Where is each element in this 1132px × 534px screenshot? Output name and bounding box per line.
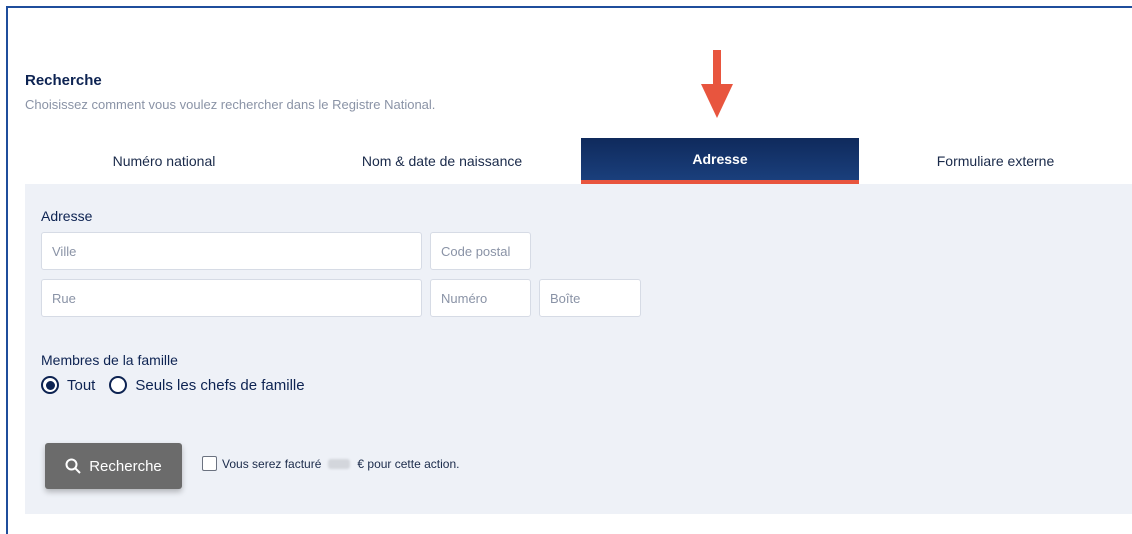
radio-label-chefs: Seuls les chefs de famille — [135, 376, 305, 394]
search-mode-tabs: Numéro national Nom & date de naissance … — [25, 138, 1132, 184]
ville-input[interactable]: Ville — [41, 232, 422, 270]
rue-input[interactable]: Rue — [41, 279, 422, 317]
search-icon — [65, 458, 81, 474]
address-section-label: Adresse — [41, 208, 93, 224]
tab-adresse[interactable]: Adresse — [581, 138, 859, 184]
billing-consent: Vous serez facturé € pour cette action. — [202, 456, 459, 471]
down-arrow-icon — [701, 50, 733, 118]
address-search-panel: Adresse Ville Code postal Rue Numéro Boî… — [25, 184, 1132, 514]
search-button[interactable]: Recherche — [45, 443, 182, 489]
radio-checked-icon[interactable] — [41, 376, 59, 394]
page-subtitle: Choisissez comment vous voulez recherche… — [25, 97, 436, 112]
family-members-label: Membres de la famille — [41, 352, 178, 368]
tab-formulaire-externe[interactable]: Formuliare externe — [859, 138, 1132, 184]
blurred-amount — [328, 458, 351, 469]
billing-checkbox[interactable] — [202, 456, 217, 471]
billing-text-prefix: Vous serez facturé — [222, 456, 322, 471]
numero-input[interactable]: Numéro — [430, 279, 531, 317]
family-radio-group: Tout Seuls les chefs de famille — [41, 376, 305, 394]
code-postal-input[interactable]: Code postal — [430, 232, 531, 270]
radio-unchecked-icon[interactable] — [109, 376, 128, 394]
radio-option-chefs[interactable]: Seuls les chefs de famille — [109, 376, 305, 394]
radio-option-tout[interactable]: Tout — [41, 376, 95, 394]
tab-nom-date-naissance[interactable]: Nom & date de naissance — [303, 138, 581, 184]
search-button-label: Recherche — [89, 457, 162, 475]
page-title: Recherche — [25, 72, 102, 89]
boite-input[interactable]: Boîte — [539, 279, 641, 317]
billing-text-suffix: € pour cette action. — [357, 456, 460, 471]
tab-numero-national[interactable]: Numéro national — [25, 138, 303, 184]
radio-label-tout: Tout — [67, 376, 96, 394]
